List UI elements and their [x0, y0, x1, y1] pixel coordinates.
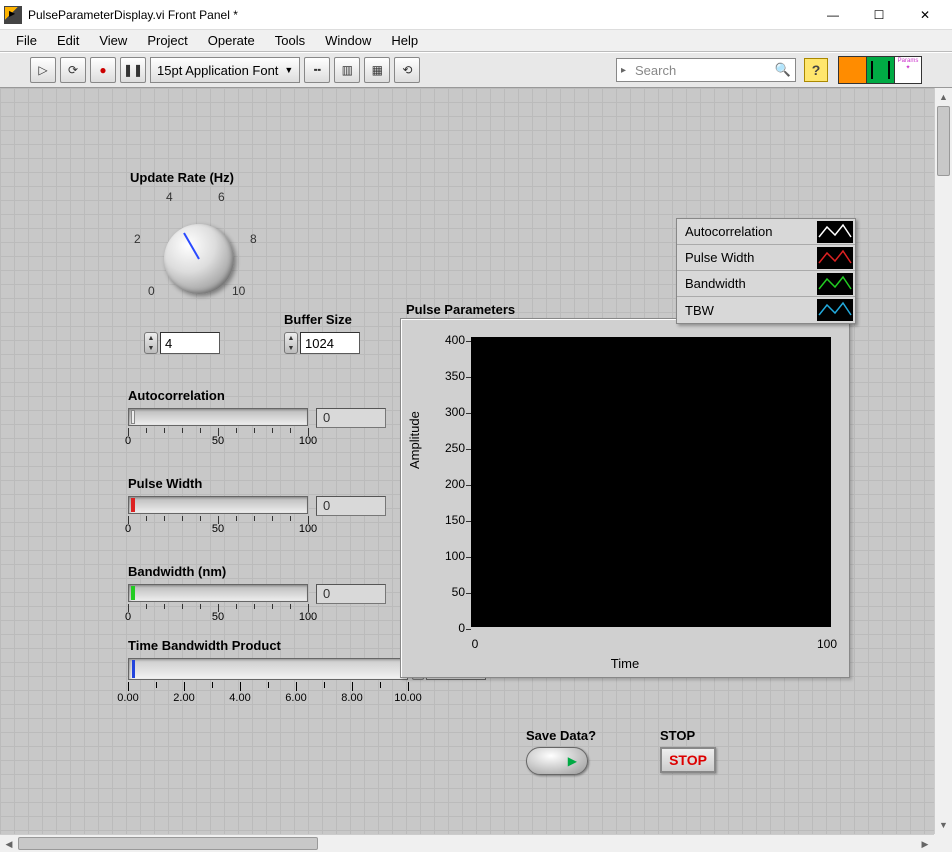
menu-file[interactable]: File: [6, 31, 47, 50]
menu-edit[interactable]: Edit: [47, 31, 89, 50]
resize-button[interactable]: ▦: [364, 57, 390, 83]
save-data-label: Save Data?: [526, 728, 596, 743]
stop-button[interactable]: STOP: [660, 747, 716, 773]
menu-tools[interactable]: Tools: [265, 31, 315, 50]
legend-item-autocorrelation[interactable]: Autocorrelation: [677, 219, 855, 245]
graph-title: Pulse Parameters: [406, 302, 515, 317]
help-button[interactable]: ?: [804, 58, 828, 82]
search-input[interactable]: ▸ Search 🔍: [616, 58, 796, 82]
pause-button[interactable]: ❚❚: [120, 57, 146, 83]
update-rate-input[interactable]: [160, 332, 220, 354]
vertical-scrollbar[interactable]: ▲ ▼: [934, 88, 952, 834]
x-axis-label: Time: [611, 656, 639, 671]
scroll-up-icon[interactable]: ▲: [935, 88, 952, 106]
labview-icon: [4, 6, 22, 24]
vi-icon-2[interactable]: [866, 56, 894, 84]
vi-icon-3[interactable]: Params✦: [894, 56, 922, 84]
search-caret-icon: ▸: [621, 65, 626, 76]
horizontal-scrollbar[interactable]: ◀ ▶: [0, 834, 934, 852]
scroll-corner: [934, 834, 952, 852]
legend-item-bandwidth[interactable]: Bandwidth: [677, 271, 855, 297]
legend-item-tbw[interactable]: TBW: [677, 297, 855, 323]
font-selector[interactable]: 15pt Application Font ▼: [150, 57, 300, 83]
legend-swatch-icon: [817, 247, 853, 269]
scroll-down-icon[interactable]: ▼: [935, 816, 952, 834]
spinner-icon[interactable]: ▲▼: [284, 332, 298, 354]
plot-legend[interactable]: Autocorrelation Pulse Width Bandwidth TB…: [676, 218, 856, 324]
menu-project[interactable]: Project: [137, 31, 197, 50]
bandwidth-label: Bandwidth (nm): [128, 564, 226, 579]
toolbar: ▷ ⟳ ● ❚❚ 15pt Application Font ▼ ╍ ▥ ▦ ⟲…: [0, 52, 952, 88]
dropdown-arrow-icon: ▼: [284, 65, 293, 75]
minimize-button[interactable]: —: [810, 0, 856, 30]
font-label: 15pt Application Font: [157, 63, 278, 78]
y-axis-label: Amplitude: [407, 411, 422, 469]
update-rate-knob[interactable]: 0 2 4 6 8 10: [124, 166, 274, 326]
scroll-thumb[interactable]: [937, 106, 950, 176]
vi-icon-1[interactable]: [838, 56, 866, 84]
autocorrelation-label: Autocorrelation: [128, 388, 225, 403]
scroll-left-icon[interactable]: ◀: [0, 835, 18, 853]
abort-button[interactable]: ●: [90, 57, 116, 83]
legend-swatch-icon: [817, 273, 853, 295]
bandwidth-slider[interactable]: 0 50 100 0: [128, 584, 308, 622]
close-button[interactable]: ✕: [902, 0, 948, 30]
save-data-control: Save Data?: [526, 728, 596, 775]
pulse-width-label: Pulse Width: [128, 476, 202, 491]
maximize-button[interactable]: ☐: [856, 0, 902, 30]
autocorrelation-slider[interactable]: 0 50 100 0: [128, 408, 308, 446]
buffer-size-value[interactable]: ▲▼: [284, 332, 360, 354]
legend-swatch-icon: [817, 221, 853, 243]
plot-area: [471, 337, 831, 627]
save-data-button[interactable]: [526, 747, 588, 775]
reorder-button[interactable]: ⟲: [394, 57, 420, 83]
distribute-button[interactable]: ▥: [334, 57, 360, 83]
menu-bar: File Edit View Project Operate Tools Win…: [0, 30, 952, 52]
run-continuous-button[interactable]: ⟳: [60, 57, 86, 83]
menu-help[interactable]: Help: [381, 31, 428, 50]
bandwidth-value: 0: [316, 584, 386, 604]
scroll-right-icon[interactable]: ▶: [916, 835, 934, 853]
buffer-size-input[interactable]: [300, 332, 360, 354]
scroll-thumb[interactable]: [18, 837, 318, 850]
menu-operate[interactable]: Operate: [198, 31, 265, 50]
vi-icon-group: Params✦: [838, 56, 922, 84]
window-titlebar: PulseParameterDisplay.vi Front Panel * —…: [0, 0, 952, 30]
pulse-parameters-graph[interactable]: Amplitude Time 0 50 100 150 200 250 300 …: [400, 318, 850, 678]
search-placeholder: Search: [635, 63, 676, 78]
align-button[interactable]: ╍: [304, 57, 330, 83]
stop-control: STOP STOP: [660, 728, 716, 773]
tbw-label: Time Bandwidth Product: [128, 638, 281, 653]
update-rate-value[interactable]: ▲▼: [144, 332, 220, 354]
legend-swatch-icon: [817, 299, 853, 321]
window-title: PulseParameterDisplay.vi Front Panel *: [28, 8, 810, 22]
pulse-width-value: 0: [316, 496, 386, 516]
search-icon: 🔍: [775, 62, 791, 78]
buffer-size-label: Buffer Size: [284, 312, 352, 327]
pulse-width-slider[interactable]: 0 50 100 0: [128, 496, 308, 534]
front-panel[interactable]: Update Rate (Hz) 0 2 4 6 8 10 ▲▼ Buffer …: [0, 88, 934, 834]
spinner-icon[interactable]: ▲▼: [144, 332, 158, 354]
menu-window[interactable]: Window: [315, 31, 381, 50]
autocorrelation-value: 0: [316, 408, 386, 428]
run-button[interactable]: ▷: [30, 57, 56, 83]
menu-view[interactable]: View: [89, 31, 137, 50]
stop-label: STOP: [660, 728, 716, 743]
legend-item-pulse-width[interactable]: Pulse Width: [677, 245, 855, 271]
tbw-slider[interactable]: 0.00 2.00 4.00 6.00 8.00 10.00: [128, 658, 408, 704]
